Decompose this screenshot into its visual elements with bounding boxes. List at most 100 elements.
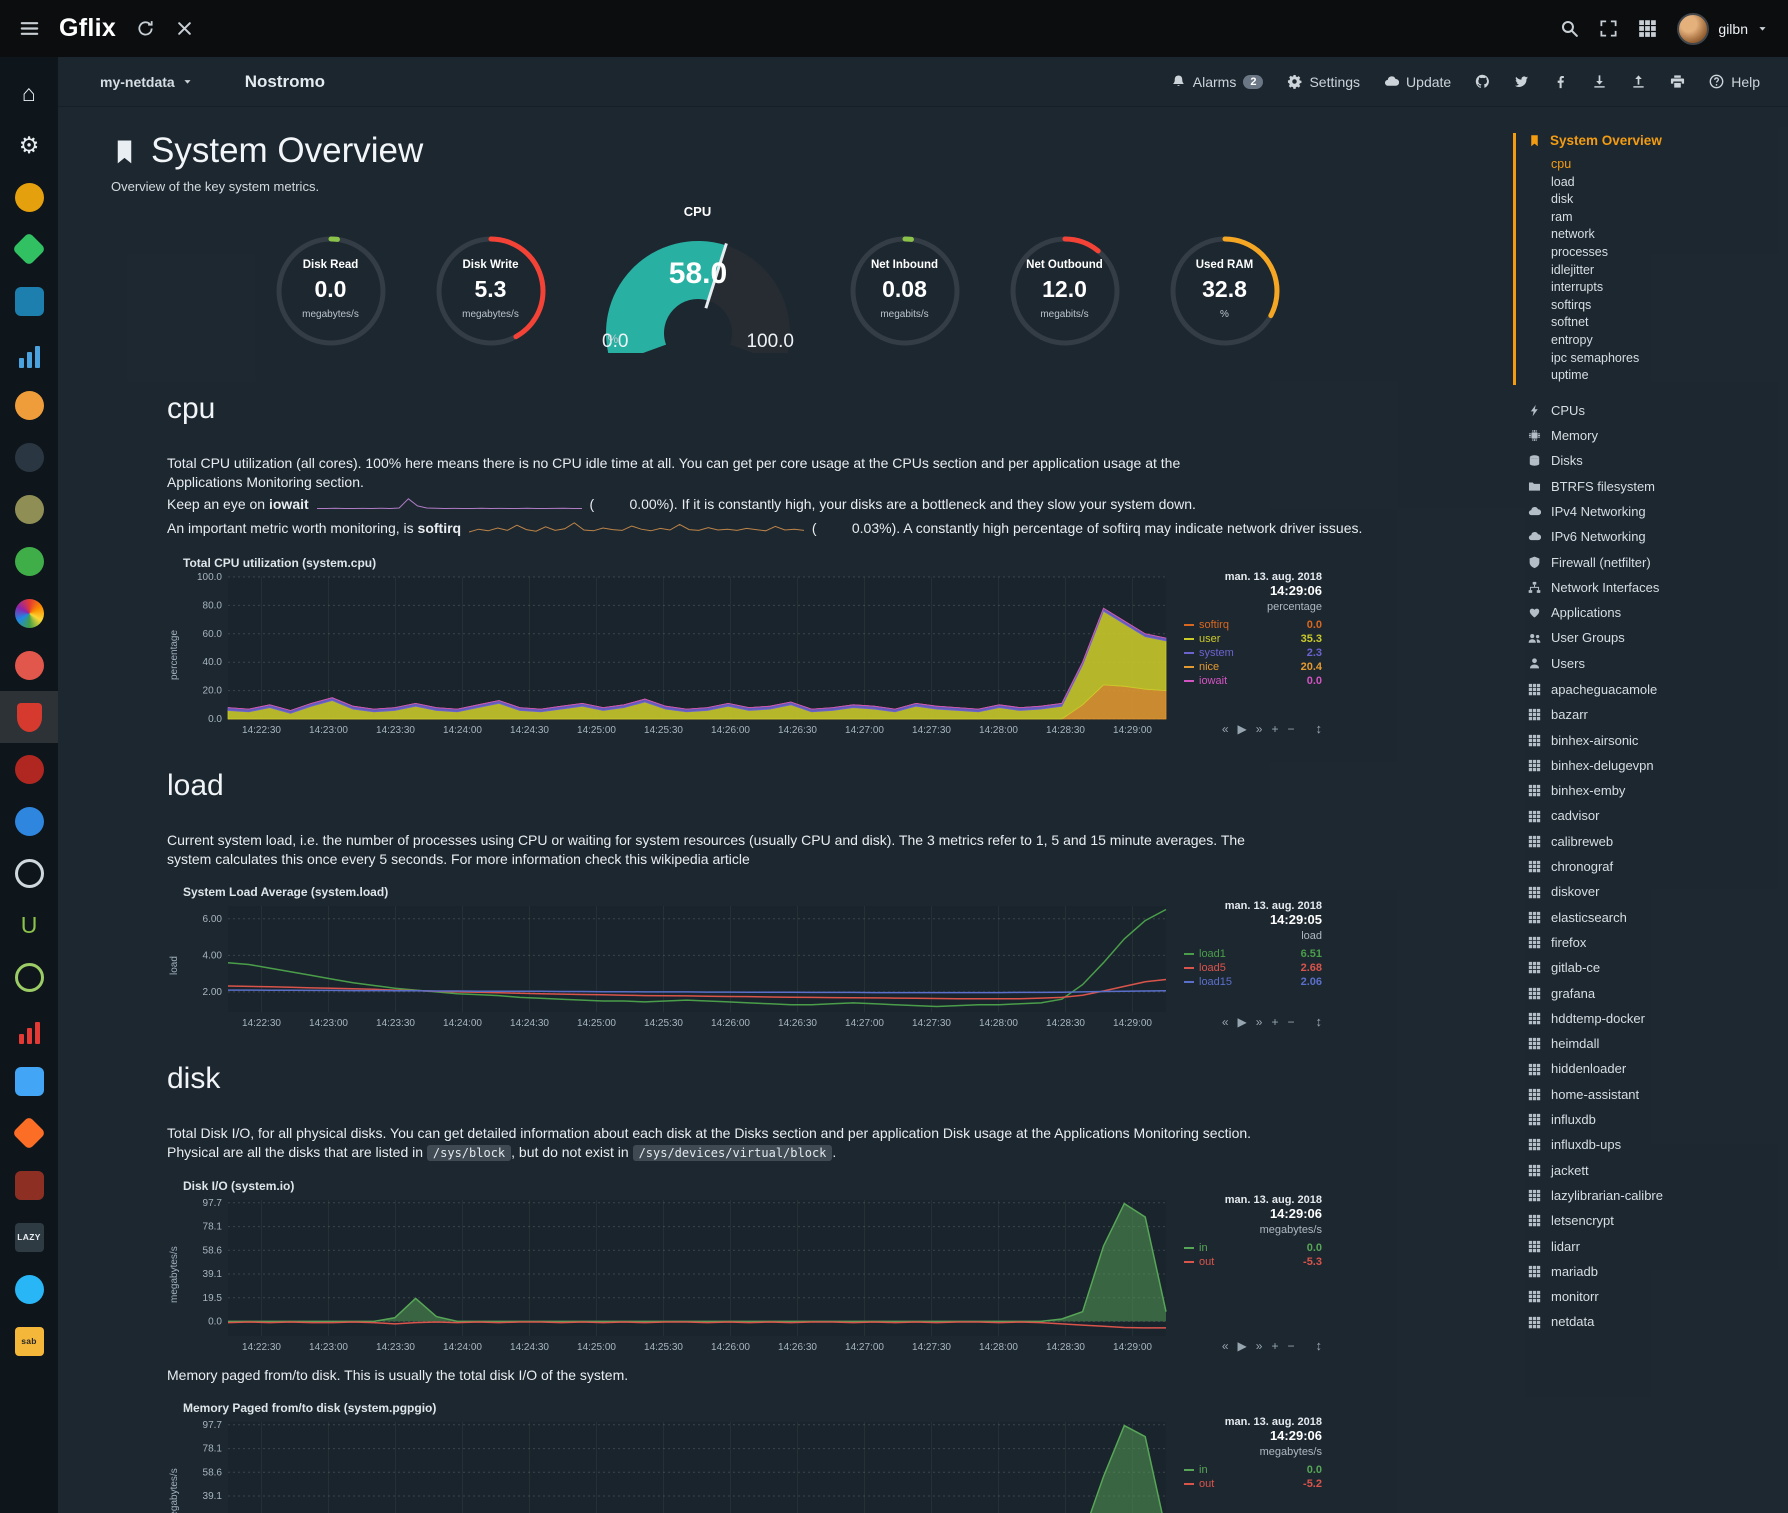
menu-app-letsencrypt[interactable]: letsencrypt xyxy=(1528,1208,1778,1233)
rail-item-app-green-diamond[interactable] xyxy=(0,223,58,275)
menu-app-chronograf[interactable]: chronograf xyxy=(1528,854,1778,879)
rail-item-app-dark-circle[interactable] xyxy=(0,431,58,483)
menu-app-binhex-airsonic[interactable]: binhex-airsonic xyxy=(1528,728,1778,753)
legend-item-load1[interactable]: load16.51 xyxy=(1184,947,1322,961)
rail-item-app-lazy-badge[interactable]: LAZY xyxy=(0,1211,58,1263)
menu-app-elasticsearch[interactable]: elasticsearch xyxy=(1528,905,1778,930)
chart-plot-area[interactable]: 14:22:3014:23:0014:23:3014:24:0014:24:30… xyxy=(182,1194,1172,1356)
legend-item-nice[interactable]: nice20.4 xyxy=(1184,660,1322,674)
menu-section-system-overview[interactable]: System Overview xyxy=(1528,133,1778,148)
menu-item-disk[interactable]: disk xyxy=(1551,191,1778,209)
gauge-cpu[interactable]: CPU58.00.0100.0% xyxy=(592,204,804,362)
rail-item-settings[interactable]: ⚙ xyxy=(0,119,58,171)
menu-app-binhex-delugevpn[interactable]: binhex-delugevpn xyxy=(1528,753,1778,778)
rail-item-app-pinwheel[interactable] xyxy=(0,587,58,639)
legend-item-in[interactable]: in0.0 xyxy=(1184,1241,1322,1255)
chart-plot-area[interactable]: 14:22:3014:23:0014:23:3014:24:0014:24:30… xyxy=(182,900,1172,1032)
chart-play-button[interactable]: ▶ xyxy=(1238,722,1247,736)
rail-item-app-orange-search[interactable] xyxy=(0,379,58,431)
refresh-icon[interactable] xyxy=(136,19,155,38)
menu-app-netdata[interactable]: netdata xyxy=(1528,1309,1778,1334)
rail-item-home[interactable]: ⌂ xyxy=(0,67,58,119)
rail-item-app-maroon-square[interactable] xyxy=(0,1159,58,1211)
chart-pan-forward-button[interactable]: » xyxy=(1256,1015,1263,1029)
menu-item-load[interactable]: load xyxy=(1551,174,1778,192)
menu-item-idlejitter[interactable]: idlejitter xyxy=(1551,262,1778,280)
menu-app-diskover[interactable]: diskover xyxy=(1528,879,1778,904)
github-button[interactable] xyxy=(1475,74,1490,89)
rail-item-app-sound-bars[interactable] xyxy=(0,327,58,379)
rail-item-app-berry-cluster[interactable] xyxy=(0,743,58,795)
legend-item-load5[interactable]: load52.68 xyxy=(1184,961,1322,975)
user-menu[interactable]: gilbn xyxy=(1677,13,1768,45)
chart-zoom-out-button[interactable]: − xyxy=(1287,1015,1294,1029)
menu-app-influxdb[interactable]: influxdb xyxy=(1528,1107,1778,1132)
menu-section-users[interactable]: Users xyxy=(1528,651,1778,676)
menu-item-cpu[interactable]: cpu xyxy=(1551,156,1778,174)
legend-item-iowait[interactable]: iowait0.0 xyxy=(1184,674,1322,688)
menu-app-bazarr[interactable]: bazarr xyxy=(1528,702,1778,727)
menu-section-cpus[interactable]: CPUs xyxy=(1528,398,1778,423)
menu-item-network[interactable]: network xyxy=(1551,226,1778,244)
menu-item-uptime[interactable]: uptime xyxy=(1551,367,1778,385)
update-button[interactable]: Update xyxy=(1384,74,1451,90)
chart-resize-handle[interactable]: ↕ xyxy=(1316,721,1323,736)
gauge-disk-write[interactable]: Disk Write5.3megabytes/s xyxy=(432,232,550,350)
rail-item-app-blue-circle[interactable] xyxy=(0,795,58,847)
menu-app-apacheguacamole[interactable]: apacheguacamole xyxy=(1528,677,1778,702)
menu-item-softnet[interactable]: softnet xyxy=(1551,314,1778,332)
gauge-disk-read[interactable]: Disk Read0.0megabytes/s xyxy=(272,232,390,350)
chart-resize-handle[interactable]: ↕ xyxy=(1316,1014,1323,1029)
legend-item-out[interactable]: out-5.2 xyxy=(1184,1477,1322,1491)
app-logo[interactable]: Gflix xyxy=(59,14,116,43)
menu-section-applications[interactable]: Applications xyxy=(1528,600,1778,625)
apps-grid-icon[interactable] xyxy=(1638,19,1657,38)
wikipedia-link[interactable]: wikipedia article xyxy=(651,851,750,867)
menu-section-ipv4-networking[interactable]: IPv4 Networking xyxy=(1528,499,1778,524)
rail-item-app-red-circle[interactable] xyxy=(0,639,58,691)
twitter-button[interactable] xyxy=(1514,74,1529,89)
menu-app-calibreweb[interactable]: calibreweb xyxy=(1528,829,1778,854)
chart-zoom-in-button[interactable]: + xyxy=(1271,1015,1278,1029)
facebook-button[interactable] xyxy=(1553,74,1568,89)
menu-app-binhex-emby[interactable]: binhex-emby xyxy=(1528,778,1778,803)
chart-plot-area[interactable]: 14:22:3014:23:0014:23:3014:24:0014:24:30… xyxy=(182,1416,1172,1513)
disk-io-chart[interactable]: Disk I/O (system.io)megabytes/s14:22:301… xyxy=(167,1179,1504,1356)
menu-app-jackett[interactable]: jackett xyxy=(1528,1158,1778,1183)
rail-item-app-orange-fox[interactable] xyxy=(0,1107,58,1159)
server-dropdown[interactable]: my-netdata xyxy=(100,74,193,90)
settings-button[interactable]: Settings xyxy=(1287,74,1360,90)
chart-resize-handle[interactable]: ↕ xyxy=(1316,1338,1323,1353)
gauge-net-outbound[interactable]: Net Outbound12.0megabits/s xyxy=(1006,232,1124,350)
menu-item-ram[interactable]: ram xyxy=(1551,209,1778,227)
chart-play-button[interactable]: ▶ xyxy=(1238,1339,1247,1353)
menu-section-btrfs-filesystem[interactable]: BTRFS filesystem xyxy=(1528,474,1778,499)
load-average-chart[interactable]: System Load Average (system.load)load14:… xyxy=(167,885,1504,1032)
menu-item-interrupts[interactable]: interrupts xyxy=(1551,279,1778,297)
hamburger-menu-icon[interactable] xyxy=(20,19,39,38)
gauge-used-ram[interactable]: Used RAM32.8% xyxy=(1166,232,1284,350)
menu-app-home-assistant[interactable]: home-assistant xyxy=(1528,1082,1778,1107)
legend-item-user[interactable]: user35.3 xyxy=(1184,632,1322,646)
menu-app-firefox[interactable]: firefox xyxy=(1528,930,1778,955)
chart-zoom-out-button[interactable]: − xyxy=(1287,1339,1294,1353)
menu-app-heimdall[interactable]: heimdall xyxy=(1528,1031,1778,1056)
chart-pan-forward-button[interactable]: » xyxy=(1256,1339,1263,1353)
rail-item-app-sab-badge[interactable]: sab xyxy=(0,1315,58,1367)
memory-paged-chart[interactable]: Memory Paged from/to disk (system.pgpgio… xyxy=(167,1401,1504,1513)
rail-item-app-blue-square[interactable] xyxy=(0,1055,58,1107)
menu-item-ipc-semaphores[interactable]: ipc semaphores xyxy=(1551,350,1778,368)
menu-app-mariadb[interactable]: mariadb xyxy=(1528,1259,1778,1284)
rail-item-app-red-green-bars[interactable] xyxy=(0,1003,58,1055)
rail-item-app-blue-drop[interactable] xyxy=(0,1263,58,1315)
menu-item-processes[interactable]: processes xyxy=(1551,244,1778,262)
close-icon[interactable] xyxy=(175,19,194,38)
menu-section-memory[interactable]: Memory xyxy=(1528,423,1778,448)
legend-item-softirq[interactable]: softirq0.0 xyxy=(1184,618,1322,632)
help-button[interactable]: Help xyxy=(1709,74,1760,90)
menu-item-entropy[interactable]: entropy xyxy=(1551,332,1778,350)
legend-item-out[interactable]: out-5.3 xyxy=(1184,1255,1322,1269)
legend-item-load15[interactable]: load152.06 xyxy=(1184,975,1322,989)
menu-app-lidarr[interactable]: lidarr xyxy=(1528,1234,1778,1259)
rail-item-app-lime-ring[interactable] xyxy=(0,951,58,1003)
